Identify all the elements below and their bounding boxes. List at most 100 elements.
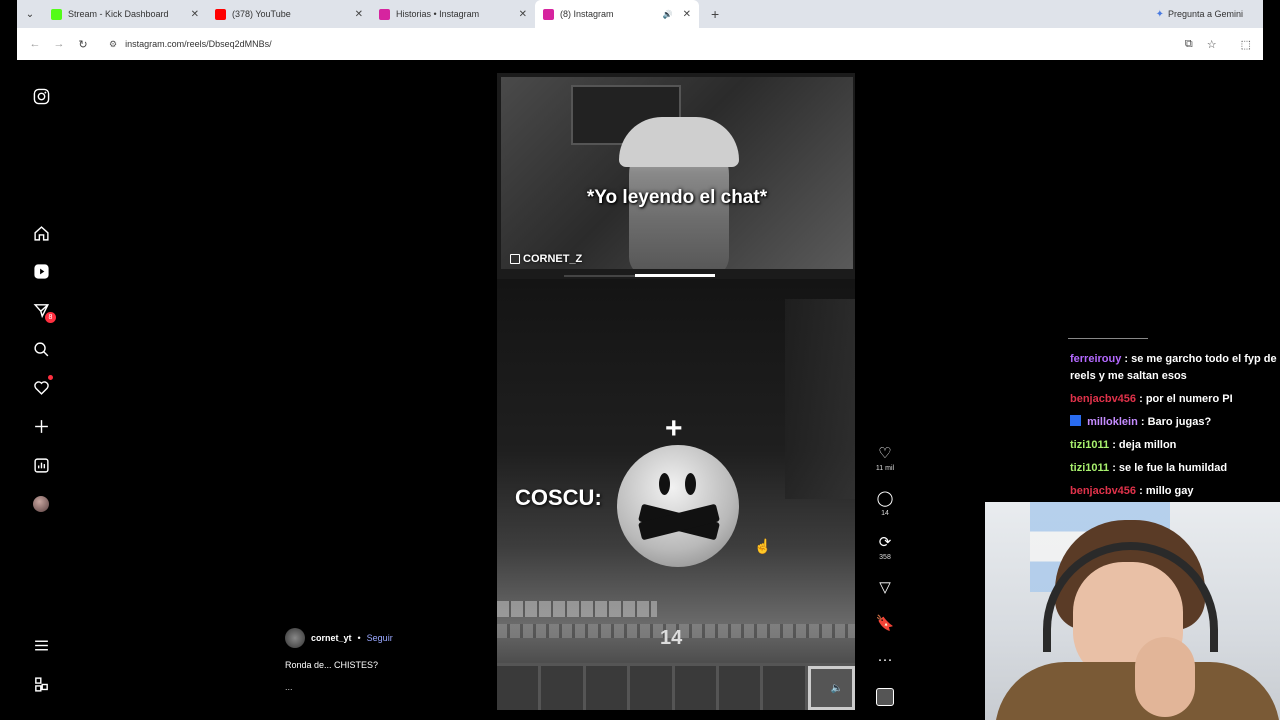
instagram-logo-icon[interactable] — [31, 86, 51, 106]
repost-icon: ⟳ — [878, 534, 892, 551]
crosshair-icon: + — [665, 412, 683, 445]
profile-avatar[interactable] — [31, 494, 51, 514]
close-tab-icon[interactable]: ✕ — [519, 9, 527, 20]
post-caption: Ronda de... CHISTES? — [285, 660, 379, 670]
chat-message: milloklein : Baro jugas? — [1070, 414, 1278, 431]
share-icon: ▽ — [879, 579, 891, 596]
like-count: 11 mil — [875, 465, 895, 472]
comment-count: 14 — [881, 510, 889, 517]
chat-username: benjacbv456 — [1070, 393, 1137, 405]
mouse-cursor-icon: ☝ — [754, 538, 772, 554]
speaker-icon[interactable]: 🔊 — [663, 10, 673, 19]
comment-icon: ◯ — [876, 490, 894, 507]
chat-message: benjacbv456 : por el numero PI — [1070, 391, 1278, 408]
like-button[interactable]: ♡ 11 mil — [870, 445, 900, 472]
extensions-icon[interactable]: ⬚ — [1241, 38, 1251, 51]
repost-count: 358 — [879, 554, 891, 561]
hotbar-slot — [630, 666, 675, 710]
dashboard-icon[interactable] — [31, 455, 51, 475]
chat-text: : Baro jugas? — [1140, 416, 1212, 428]
notifications-icon[interactable] — [31, 375, 53, 397]
coscu-label: COSCU: — [515, 485, 602, 510]
chat-username: benjacbv456 — [1070, 485, 1137, 497]
tab-instagram-stories[interactable]: Historias • Instagram ✕ — [371, 0, 535, 28]
more-icon[interactable] — [31, 674, 51, 694]
tab-instagram-active[interactable]: (8) Instagram 🔊 ✕ — [535, 0, 699, 28]
tab-kick[interactable]: Stream - Kick Dashboard ✕ — [43, 0, 207, 28]
new-tab-icon[interactable]: + — [711, 6, 719, 22]
face-eye — [685, 473, 696, 495]
progress-fill — [635, 274, 715, 277]
hotbar-slot — [585, 666, 631, 710]
streamer-cap — [619, 117, 739, 167]
tab-bar: ⌄ Stream - Kick Dashboard ✕ (378) YouTub… — [17, 0, 1263, 28]
separator: • — [357, 633, 361, 643]
caption-more[interactable]: ... — [285, 682, 485, 692]
screen: ⌄ Stream - Kick Dashboard ✕ (378) YouTub… — [0, 0, 1280, 720]
author-username[interactable]: cornet_yt — [311, 633, 352, 643]
post-info: cornet_yt • Seguir Ronda de... CHISTES? … — [285, 628, 485, 692]
audio-thumbnail — [876, 688, 894, 706]
hotbar-slot — [497, 666, 542, 710]
tab-title: Historias • Instagram — [396, 9, 480, 19]
search-icon[interactable] — [31, 339, 51, 359]
home-icon[interactable] — [31, 223, 51, 243]
author-avatar[interactable] — [285, 628, 305, 648]
reels-icon[interactable] — [31, 261, 51, 281]
hotbar-slot — [763, 666, 808, 710]
chat-message: tizi1011 : se le fue la humildad — [1070, 460, 1278, 477]
bookmark-star-icon[interactable]: ☆ — [1207, 38, 1217, 51]
face-eye — [659, 473, 670, 495]
close-tab-icon[interactable]: ✕ — [355, 9, 363, 20]
instagram-sidebar: 8 — [17, 60, 65, 720]
hotbar-slot — [718, 666, 764, 710]
chat-username: tizi1011 — [1070, 439, 1110, 451]
site-info-icon[interactable]: ⚙ — [109, 39, 117, 50]
heart-icon: ♡ — [878, 445, 892, 462]
audio-button[interactable] — [870, 688, 900, 706]
address-bar: ← → ↻ ⚙ instagram.com/reels/Dbseq2dMNBs/… — [17, 28, 1263, 60]
share-button[interactable]: ▽ — [870, 579, 900, 597]
save-button[interactable]: 🔖 — [870, 615, 900, 633]
tab-title: (378) YouTube — [232, 9, 291, 19]
forward-icon[interactable]: → — [47, 38, 71, 50]
instagram-favicon-icon — [379, 8, 390, 20]
stream-chat: ———————— ferreirouy : se me garcho todo … — [1068, 333, 1278, 506]
volume-icon[interactable]: 🔈 — [831, 683, 843, 694]
gemini-button[interactable]: ✦ Pregunta a Gemini — [1156, 5, 1243, 23]
chat-message: tizi1011 : deja millon — [1070, 437, 1278, 454]
tab-search-dropdown-icon[interactable]: ⌄ — [17, 0, 43, 28]
chat-cut-message: ———————— — [1068, 333, 1148, 343]
reel-overlay-caption: *Yo leyendo el chat* — [586, 187, 768, 208]
chat-text: : se le fue la humildad — [1112, 462, 1228, 474]
chat-username: milloklein — [1087, 416, 1138, 428]
back-icon[interactable]: ← — [23, 38, 47, 50]
repost-button[interactable]: ⟳ 358 — [870, 534, 900, 561]
more-options-button[interactable]: ··· — [870, 651, 900, 669]
reload-icon[interactable]: ↻ — [71, 38, 95, 51]
reel-video[interactable]: *Yo leyendo el chat* CORNET_Z + COSCU: 1… — [497, 73, 855, 710]
comment-button[interactable]: ◯ 14 — [870, 490, 900, 517]
close-tab-icon[interactable]: ✕ — [683, 9, 691, 20]
follow-button[interactable]: Seguir — [367, 633, 393, 643]
menu-icon[interactable] — [31, 635, 51, 655]
chat-text: : deja millon — [1112, 439, 1177, 451]
tab-youtube[interactable]: (378) YouTube ✕ — [207, 0, 371, 28]
streamer-webcam — [985, 502, 1280, 720]
url-field[interactable]: ⚙ instagram.com/reels/Dbseq2dMNBs/ — [109, 39, 272, 50]
kick-favicon-icon — [51, 8, 62, 20]
notification-dot — [48, 375, 53, 380]
create-icon[interactable] — [31, 416, 51, 436]
close-tab-icon[interactable]: ✕ — [191, 9, 199, 20]
chat-badge-icon — [1070, 415, 1081, 426]
instagram-favicon-icon — [543, 8, 554, 20]
twitch-icon — [510, 254, 520, 264]
hotbar-slot — [674, 666, 719, 710]
install-app-icon[interactable]: ⧉ — [1185, 38, 1193, 51]
hud-health — [497, 601, 657, 617]
chat-username: ferreirouy — [1070, 353, 1122, 365]
minecraft-scene: + COSCU: 14 🔈 — [497, 279, 855, 710]
cave-wall — [785, 299, 855, 499]
chat-message: benjacbv456 : millo gay — [1070, 483, 1278, 500]
messages-icon[interactable]: 8 — [31, 300, 56, 323]
